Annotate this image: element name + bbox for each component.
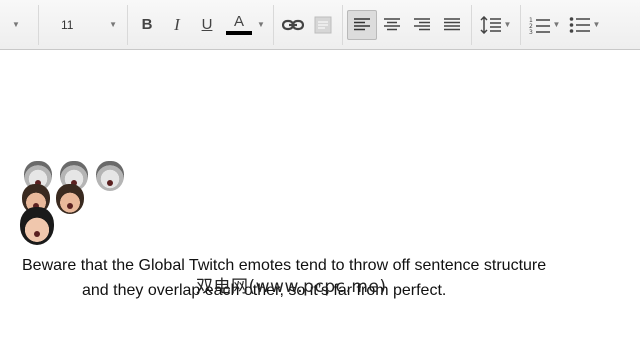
chevron-down-icon: ▼ xyxy=(592,20,601,29)
document-body[interactable]: Beware that the Global Twitch emotes ten… xyxy=(0,51,640,360)
line-spacing-button[interactable]: ▼ xyxy=(476,10,516,40)
chevron-down-icon: ▼ xyxy=(12,20,20,29)
mouth-detail xyxy=(107,179,114,186)
toolbar-divider xyxy=(341,4,343,45)
font-family-dropdown[interactable]: ▼ xyxy=(0,10,34,40)
formatting-toolbar: ▼ 11 ▼ B I U A ▼ ▼ 1 2 3 ▼ ▼ xyxy=(0,0,640,50)
toolbar-divider xyxy=(272,4,274,45)
numbered-list-icon: 1 2 3 xyxy=(529,17,551,34)
align-right-button[interactable] xyxy=(407,10,437,40)
justify-button[interactable] xyxy=(437,10,467,40)
chevron-down-icon: ▼ xyxy=(503,20,512,29)
toolbar-divider xyxy=(38,4,39,45)
large-emote xyxy=(20,207,54,245)
bulleted-list-button[interactable]: ▼ xyxy=(565,10,605,40)
comment-icon xyxy=(314,16,332,33)
color-emote xyxy=(56,184,84,214)
mouth-detail xyxy=(33,230,40,237)
text-color-button[interactable]: A xyxy=(222,10,256,40)
font-size-value: 11 xyxy=(61,17,74,32)
align-left-button[interactable] xyxy=(346,9,377,40)
chevron-down-icon: ▼ xyxy=(552,20,561,29)
numbered-list-button[interactable]: 1 2 3 ▼ xyxy=(525,10,565,40)
bulleted-list-icon xyxy=(570,16,591,33)
toolbar-divider xyxy=(470,4,472,45)
text-color-letter: A xyxy=(233,13,244,30)
link-icon xyxy=(281,19,304,30)
align-left-icon xyxy=(353,17,370,30)
italic-button[interactable]: I xyxy=(162,10,192,40)
text-color-swatch xyxy=(226,31,252,35)
mouth-detail xyxy=(67,202,74,209)
underline-button[interactable]: U xyxy=(192,10,222,40)
svg-text:3: 3 xyxy=(529,29,533,34)
watermark: 双电网(www.pcpc.me) xyxy=(196,277,387,297)
toolbar-divider xyxy=(127,4,128,45)
chevron-down-icon[interactable]: ▼ xyxy=(257,20,265,29)
toolbar-divider xyxy=(519,4,521,45)
insert-link-button[interactable] xyxy=(278,10,308,40)
align-center-icon xyxy=(383,17,400,30)
insert-comment-button[interactable] xyxy=(308,10,338,40)
bold-button[interactable]: B xyxy=(132,10,162,40)
align-center-button[interactable] xyxy=(377,10,407,40)
grey-emote xyxy=(96,161,124,191)
font-size-dropdown[interactable]: 11 ▼ xyxy=(43,10,123,40)
justify-icon xyxy=(443,17,460,30)
line-spacing-icon xyxy=(480,15,502,34)
chevron-down-icon: ▼ xyxy=(109,20,117,29)
align-right-icon xyxy=(413,17,430,30)
